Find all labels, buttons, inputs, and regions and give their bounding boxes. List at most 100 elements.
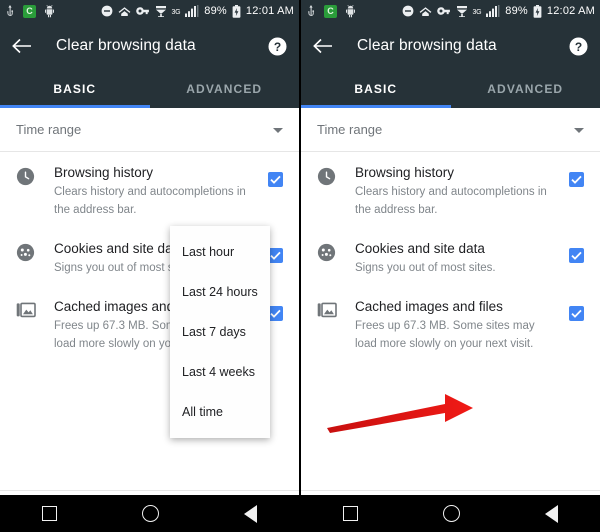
option-row-text: Browsing history Clears history and auto…	[345, 164, 584, 218]
vpn-key-icon	[135, 6, 150, 16]
tab-advanced[interactable]: ADVANCED	[451, 70, 600, 108]
dropdown-option-last-24-hours[interactable]: Last 24 hours	[170, 272, 270, 312]
clock-icon	[16, 164, 44, 191]
app-badge-icon: C	[324, 4, 337, 18]
option-checkbox[interactable]	[268, 248, 283, 263]
option-subtitle: Clears history and autocompletions in th…	[54, 186, 246, 216]
svg-text:?: ?	[575, 40, 582, 54]
app-badge-letter: C	[327, 6, 334, 16]
cast-icon	[155, 5, 167, 17]
back-arrow-icon[interactable]	[313, 38, 333, 54]
option-row-text: Cached images and files Frees up 67.3 MB…	[345, 298, 584, 352]
network-type-label: 3G	[171, 8, 181, 16]
do-not-disturb-icon	[101, 5, 113, 17]
option-title: Browsing history	[355, 165, 455, 180]
wifi-icon	[419, 5, 432, 17]
app-bar: Clear browsing data ?	[301, 22, 600, 70]
wifi-icon	[118, 5, 131, 17]
page-title: Clear browsing data	[56, 37, 196, 54]
app-bar: Clear browsing data ?	[0, 22, 299, 70]
svg-text:?: ?	[274, 40, 281, 54]
help-circle-icon[interactable]: ?	[268, 37, 287, 56]
content-area: Time range Browsing history Clears histo…	[0, 108, 299, 532]
dropdown-option-last-4-weeks[interactable]: Last 4 weeks	[170, 352, 270, 392]
option-row-text: Cookies and site data Signs you out of m…	[345, 240, 584, 276]
cookie-icon	[16, 240, 44, 267]
tab-bar: BASIC ADVANCED	[301, 70, 600, 108]
tab-bar: BASIC ADVANCED	[0, 70, 299, 108]
time-range-selector[interactable]: Time range	[301, 108, 600, 152]
android-debug-icon	[43, 4, 56, 18]
option-row-cookies[interactable]: Cookies and site data Signs you out of m…	[301, 228, 600, 286]
option-row-browsing-history[interactable]: Browsing history Clears history and auto…	[301, 152, 600, 228]
cast-icon	[456, 5, 468, 17]
chevron-down-icon	[273, 127, 283, 133]
option-checkbox[interactable]	[569, 306, 584, 321]
vpn-key-icon	[436, 6, 451, 16]
status-bar: C 3G 89%	[0, 0, 299, 22]
option-subtitle: Frees up 67.3 MB. Some sites may load mo…	[355, 320, 535, 350]
option-subtitle: Clears history and autocompletions in th…	[355, 186, 547, 216]
time-range-label: Time range	[317, 122, 383, 137]
time-range-dropdown[interactable]: Last hour Last 24 hours Last 7 days Last…	[170, 226, 270, 438]
clock-icon	[317, 164, 345, 191]
help-circle-icon[interactable]: ?	[569, 37, 588, 56]
signal-bars-icon	[486, 5, 500, 17]
triangle-back-icon[interactable]	[243, 504, 257, 523]
battery-charging-icon	[533, 4, 542, 18]
status-bar-left-icons: C	[5, 4, 56, 18]
system-navigation-bar	[0, 495, 299, 532]
back-arrow-icon[interactable]	[12, 38, 32, 54]
circle-home-icon[interactable]	[141, 505, 159, 522]
status-bar-clock: 12:02 AM	[546, 5, 595, 17]
status-bar-left-icons: C	[306, 4, 357, 18]
tab-advanced[interactable]: ADVANCED	[150, 70, 300, 108]
dropdown-option-last-hour[interactable]: Last hour	[170, 232, 270, 272]
red-arrow-annotation	[327, 394, 473, 433]
option-row-browsing-history[interactable]: Browsing history Clears history and auto…	[0, 152, 299, 228]
battery-percent-label: 89%	[204, 5, 227, 17]
do-not-disturb-icon	[402, 5, 414, 17]
content-area: Time range Browsing history Clears histo…	[301, 108, 600, 532]
dropdown-option-all-time[interactable]: All time	[170, 392, 270, 432]
android-debug-icon	[344, 4, 357, 18]
tab-basic[interactable]: BASIC	[0, 70, 150, 108]
option-title: Cookies and site data	[54, 241, 184, 256]
cookie-icon	[317, 240, 345, 267]
image-icon	[16, 298, 44, 324]
option-checkbox[interactable]	[268, 306, 283, 321]
status-bar-clock: 12:01 AM	[245, 5, 294, 17]
option-title: Cached images and files	[355, 299, 503, 314]
option-row-text: Browsing history Clears history and auto…	[44, 164, 283, 218]
option-checkbox[interactable]	[268, 172, 283, 187]
status-bar-right-icons: 3G 89% 12:02 AM	[402, 4, 595, 18]
time-range-selector[interactable]: Time range	[0, 108, 299, 152]
circle-home-icon[interactable]	[442, 505, 460, 522]
phone-screenshot-left: C 3G 89% 12:01 AM Clear browsing data ? …	[0, 0, 299, 532]
battery-percent-label: 89%	[505, 5, 528, 17]
option-row-cached-images[interactable]: Cached images and files Frees up 67.3 MB…	[301, 286, 600, 362]
system-navigation-bar	[301, 495, 600, 532]
page-title: Clear browsing data	[357, 37, 497, 54]
dropdown-option-last-7-days[interactable]: Last 7 days	[170, 312, 270, 352]
option-title: Browsing history	[54, 165, 154, 180]
time-range-label: Time range	[16, 122, 82, 137]
network-type-label: 3G	[472, 8, 482, 16]
app-badge-letter: C	[26, 6, 33, 16]
status-bar-right-icons: 3G 89% 12:01 AM	[101, 4, 294, 18]
triangle-back-icon[interactable]	[544, 504, 558, 523]
status-bar: C 3G 89%	[301, 0, 600, 22]
option-title: Cookies and site data	[355, 241, 485, 256]
chevron-down-icon	[574, 127, 584, 133]
square-recents-icon[interactable]	[42, 506, 58, 521]
image-icon	[317, 298, 345, 324]
usb-icon	[306, 4, 317, 18]
square-recents-icon[interactable]	[343, 506, 359, 521]
option-checkbox[interactable]	[569, 172, 584, 187]
app-badge-icon: C	[23, 4, 36, 18]
battery-charging-icon	[232, 4, 241, 18]
option-subtitle: Signs you out of most sites.	[355, 262, 496, 274]
usb-icon	[5, 4, 16, 18]
tab-basic[interactable]: BASIC	[301, 70, 451, 108]
option-checkbox[interactable]	[569, 248, 584, 263]
